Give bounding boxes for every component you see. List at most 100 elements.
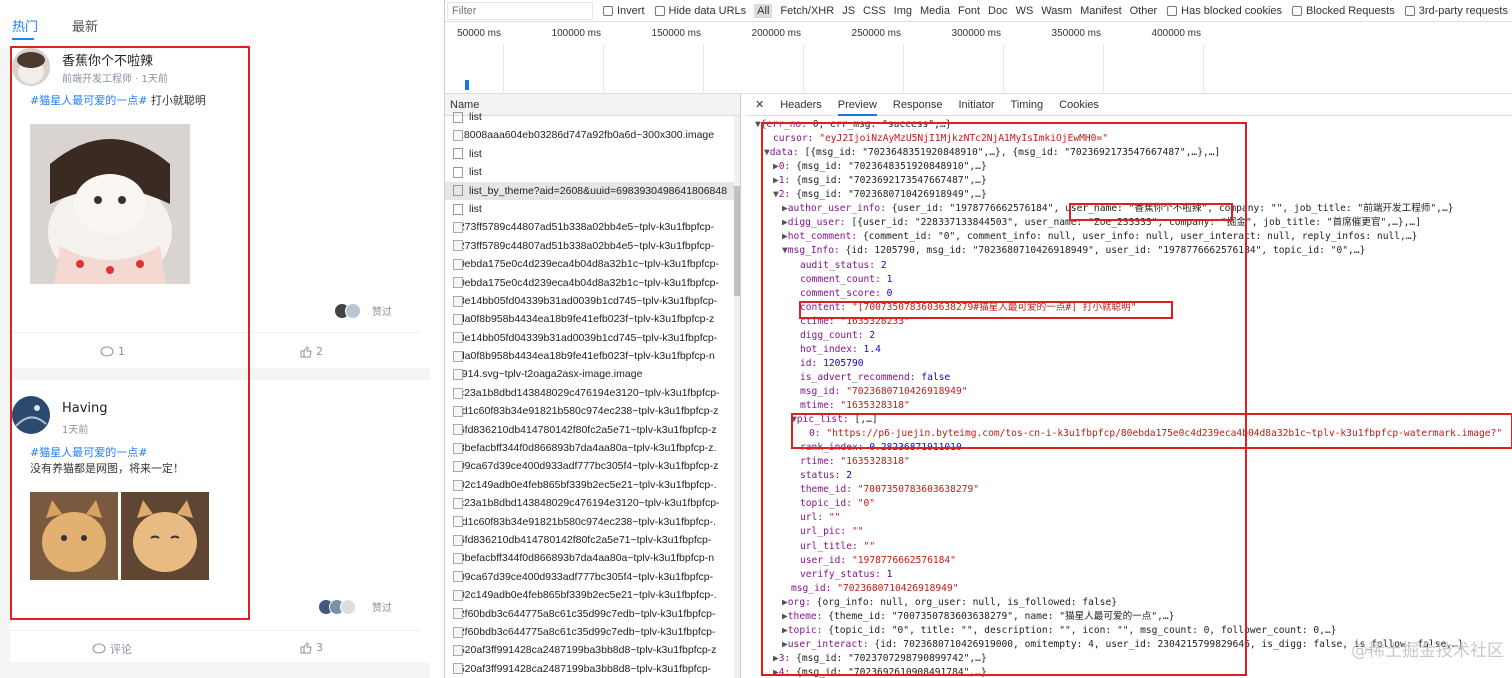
request-row[interactable]: d3befacbff344f0d866893b7da4aa80a~tplv-k3… [445,439,740,457]
json-line[interactable]: verify_status: 1 [800,568,892,582]
json-line[interactable]: ▶0: {msg_id: "7023648351920848910",…} [773,160,987,174]
request-row[interactable]: e2f60bdb3c644775a8c61c35d99c7edb~tplv-k3… [445,623,740,641]
request-row[interactable]: 80ebda175e0c4d239eca4b04d8a32b1c~tplv-k3… [445,255,740,273]
request-row[interactable]: f4d1c60f83b34e91821b580c974ec238~tplv-k3… [445,513,740,531]
json-line[interactable]: ▼msg_Info: {id: 1205790, msg_id: "702368… [782,244,1365,258]
request-row[interactable]: dc23a1b8dbd143848029c476194e3120~tplv-k3… [445,384,740,402]
type-filter-font[interactable]: Font [958,5,980,17]
json-line[interactable]: ▼{err_no: 0, err_msg: "success",…} [755,118,951,132]
json-line[interactable]: ▼data: [{msg_id: "7023648351920848910",…… [764,146,1220,160]
scrollbar[interactable] [734,116,740,678]
type-filter-all[interactable]: All [754,3,773,18]
request-row[interactable]: d3befacbff344f0d866893b7da4aa80a~tplv-k3… [445,549,740,567]
json-line[interactable]: is_advert_recommend: false [800,371,950,385]
json-line[interactable]: 0: "https://p6-juejin.byteimg.com/tos-cn… [809,427,1502,441]
json-line[interactable]: url_pic: "" [800,525,864,539]
request-row[interactable]: list [445,200,740,218]
json-line[interactable]: mtime: "1635328318" [800,399,910,413]
type-filter-js[interactable]: JS [842,5,855,17]
request-row[interactable]: list [445,163,740,181]
blocked-requests-checkbox[interactable]: Blocked Requests [1292,5,1395,17]
type-filter-doc[interactable]: Doc [988,5,1008,17]
post-username[interactable]: 香蕉你个不啦辣 [62,50,153,69]
request-row[interactable]: d273ff5789c44807ad51b338a02bb4e5~tplv-k3… [445,218,740,236]
json-line[interactable]: theme_id: "7007350783603638279" [800,483,979,497]
type-filter-manifest[interactable]: Manifest [1080,5,1122,17]
like-button[interactable]: 3 [300,641,323,654]
type-filter-wasm[interactable]: Wasm [1041,5,1072,17]
liker-avatars[interactable] [334,300,361,319]
cat-photo[interactable] [30,124,190,284]
json-line[interactable]: ▶3: {msg_id: "7023707298790899742",…} [773,652,987,666]
json-line[interactable]: ▶topic: {topic_id: "0", title: "", descr… [782,624,1337,638]
hide-data-urls-checkbox[interactable]: Hide data URLs [654,5,746,17]
request-row[interactable]: a3e14bb05fd04339b31ad0039b1cd745~tplv-k3… [445,292,740,310]
json-line[interactable]: hot_index: 1.4 [800,343,881,357]
type-filter-media[interactable]: Media [920,5,950,17]
json-line[interactable]: user_id: "1978776662576184" [800,554,956,568]
close-icon[interactable]: ✕ [755,98,764,111]
json-line[interactable]: audit_status: 2 [800,259,887,273]
tab-response[interactable]: Response [893,99,943,111]
topic-tag[interactable]: #猫星人最可爱的一点# [30,445,184,461]
json-line[interactable]: ▼pic_list: [,…] [791,413,878,427]
json-line[interactable]: ▶author_user_info: {user_id: "1978776662… [782,202,1454,216]
json-line[interactable]: topic_id: "0" [800,497,875,511]
type-filter-img[interactable]: Img [894,5,912,17]
json-line[interactable]: comment_score: 0 [800,287,892,301]
json-line[interactable]: digg_count: 2 [800,329,875,343]
post-username[interactable]: Having [62,401,108,416]
json-line[interactable]: url: "" [800,511,840,525]
request-row[interactable]: 3da0f8b958b4434ea18b9fe41efb023f~tplv-k3… [445,310,740,328]
request-row[interactable]: list_by_theme?aid=2608&uuid=698393049864… [445,181,740,200]
json-line[interactable]: content: "[7007350783603638279#猫星人最可爱的一点… [800,301,1136,315]
request-row[interactable]: b520af3ff991428ca2487199ba3bb8d8~tplv-k3… [445,641,740,659]
request-row[interactable]: e2f60bdb3c644775a8c61c35d99c7edb~tplv-k3… [445,605,740,623]
scrollbar-thumb[interactable] [734,186,740,296]
json-line[interactable]: comment_count: 1 [800,273,892,287]
request-row[interactable]: dc23a1b8dbd143848029c476194e3120~tplv-k3… [445,494,740,512]
tab-headers[interactable]: Headers [780,99,822,111]
request-row[interactable]: list [445,145,740,163]
json-line[interactable]: ▶hot_comment: {comment_id: "0", comment_… [782,230,1417,244]
json-line[interactable]: id: 1205790 [800,357,864,371]
like-button[interactable]: 2 [300,345,323,358]
json-line[interactable]: ▶org: {org_info: null, org_user: null, i… [782,596,1117,610]
request-row[interactable]: d273ff5789c44807ad51b338a02bb4e5~tplv-k3… [445,237,740,255]
request-row[interactable]: list [445,108,740,126]
tab-initiator[interactable]: Initiator [958,99,994,111]
type-filter-css[interactable]: CSS [863,5,886,17]
tab-preview[interactable]: Preview [837,99,877,116]
avatar[interactable] [12,48,50,86]
type-filter-fetchxhr[interactable]: Fetch/XHR [780,5,834,17]
request-row[interactable]: 80ebda175e0c4d239eca4b04d8a32b1c~tplv-k3… [445,274,740,292]
request-row[interactable]: 118008aaa604eb03286d747a92fb0a6d~300x300… [445,126,740,144]
type-filter-ws[interactable]: WS [1016,5,1034,17]
json-line[interactable]: ▶digg_user: [{user_id: "228337133844503"… [782,216,1421,230]
request-row[interactable]: a3e14bb05fd04339b31ad0039b1cd745~tplv-k3… [445,329,740,347]
request-row[interactable]: 1f914.svg~tplv-t2oaga2asx-image.image [445,365,740,383]
json-line[interactable]: ▶4: {msg_id: "7023692610908491784",…} [773,666,987,678]
tab-latest[interactable]: 最新 [72,16,98,35]
tab-cookies[interactable]: Cookies [1059,99,1099,111]
json-line[interactable]: rank_index: 0.28236871911010 [800,441,962,455]
json-line[interactable]: cursor: "eyJ2IjoiNzAyMzU5NjI1MjkzNTc2NjA… [773,132,1108,146]
request-row[interactable]: 56fd836210db414780142f80fc2a5e71~tplv-k3… [445,531,740,549]
json-line[interactable]: ▶theme: {theme_id: "7007350783603638279"… [782,610,1174,624]
tab-hot[interactable]: 热门 [12,16,38,35]
request-row[interactable]: 3da0f8b958b4434ea18b9fe41efb023f~tplv-k3… [445,347,740,365]
request-row[interactable]: 802c149adb0e4feb865bf339b2ec5e21~tplv-k3… [445,586,740,604]
liker-avatars[interactable] [318,596,356,615]
json-line[interactable]: msg_id: "7023680710426918949" [791,582,959,596]
json-line[interactable]: rtime: "1635328318" [800,455,910,469]
json-line[interactable]: ▼2: {msg_id: "7023680710426918949",…} [773,188,987,202]
request-row[interactable]: 009ca67d39ce400d933adf777bc305f4~tplv-k3… [445,457,740,475]
avatar[interactable] [12,396,50,434]
tab-timing[interactable]: Timing [1011,99,1044,111]
json-line[interactable]: url_title: "" [800,540,875,554]
request-row[interactable]: 56fd836210db414780142f80fc2a5e71~tplv-k3… [445,421,740,439]
request-row[interactable]: 802c149adb0e4feb865bf339b2ec5e21~tplv-k3… [445,476,740,494]
kitten-photo-1[interactable] [30,492,118,580]
third-party-checkbox[interactable]: 3rd-party requests [1404,5,1508,17]
comment-button[interactable]: 评论 [92,641,132,657]
